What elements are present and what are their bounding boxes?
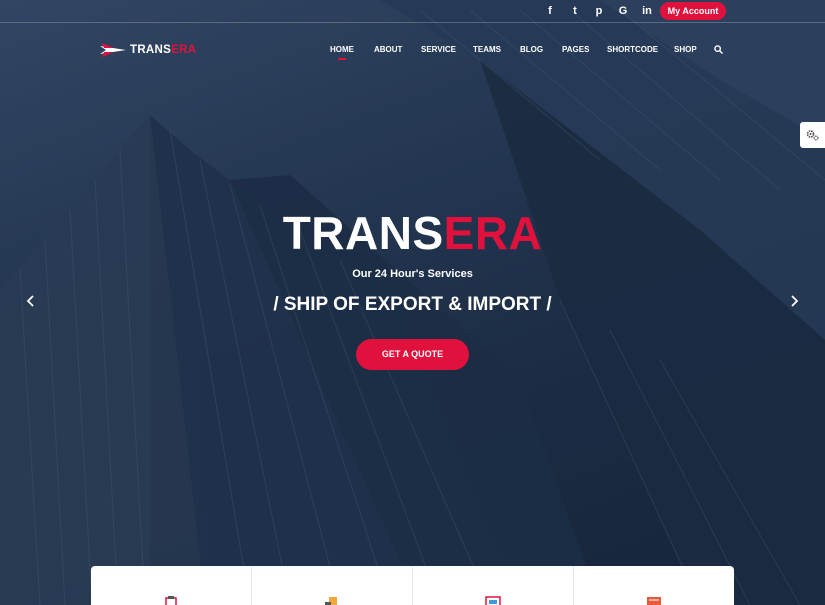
settings-panel-toggle[interactable] <box>800 122 825 148</box>
get-quote-button[interactable]: GET A QUOTE <box>356 339 469 370</box>
nav-home[interactable]: HOME <box>330 44 354 60</box>
pinterest-icon[interactable]: p <box>591 4 607 18</box>
logo-text: TRANSERA <box>130 44 197 56</box>
top-bar: f t p G in My Account <box>0 0 825 23</box>
arrow-right-icon[interactable] <box>787 292 801 310</box>
feature-card[interactable] <box>91 566 252 605</box>
nav-blog[interactable]: BLOG <box>520 44 543 56</box>
hero-title: TRANSERA <box>282 207 543 259</box>
nav-service[interactable]: SERVICE <box>421 44 456 56</box>
feature-card[interactable] <box>413 566 574 605</box>
twitter-icon[interactable]: t <box>567 4 583 18</box>
feature-card[interactable] <box>252 566 413 605</box>
monitor-icon <box>485 596 501 605</box>
arrow-left-icon[interactable] <box>24 292 38 310</box>
google-icon[interactable]: G <box>615 4 631 18</box>
settings-gear-icon <box>806 130 819 141</box>
nav-teams[interactable]: TEAMS <box>473 44 501 56</box>
hero-subtitle: Our 24 Hour's Services <box>352 268 473 280</box>
site-logo[interactable]: TRANSERA <box>100 40 196 60</box>
nav-shop[interactable]: SHOP <box>674 44 697 56</box>
document-icon <box>647 597 661 605</box>
facebook-icon[interactable]: f <box>542 4 558 18</box>
nav-pages[interactable]: PAGES <box>562 44 589 56</box>
hand-box-icon <box>325 597 337 605</box>
clipboard-icon <box>165 596 177 605</box>
hero-tagline: / SHIP OF EXPORT & IMPORT / <box>273 294 552 315</box>
linkedin-icon[interactable]: in <box>639 4 655 18</box>
feature-card[interactable] <box>574 566 734 605</box>
search-icon[interactable] <box>714 45 723 54</box>
features-strip <box>91 566 734 605</box>
logo-plane-icon <box>100 43 126 57</box>
my-account-button[interactable]: My Account <box>660 2 726 20</box>
nav-shortcode[interactable]: SHORTCODE <box>607 44 658 56</box>
nav-about[interactable]: ABOUT <box>374 44 402 56</box>
